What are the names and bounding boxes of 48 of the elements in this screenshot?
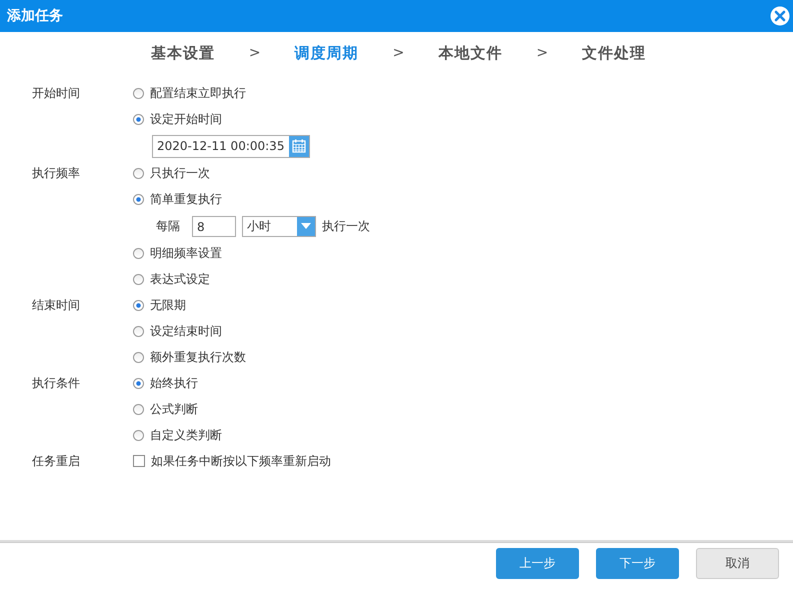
- step-separator: >: [536, 45, 548, 61]
- option-label[interactable]: 始终执行: [150, 374, 198, 392]
- field-label: 任务重启: [31, 453, 81, 470]
- option-label[interactable]: 只执行一次: [150, 164, 210, 182]
- radio-button[interactable]: [133, 352, 144, 362]
- option-label[interactable]: 无限期: [150, 296, 186, 314]
- checkbox[interactable]: [133, 455, 145, 467]
- radio-button[interactable]: [133, 300, 144, 310]
- option-label[interactable]: 表达式设定: [150, 270, 210, 288]
- radio-button[interactable]: [133, 404, 144, 414]
- step-separator: >: [392, 45, 404, 61]
- option-label[interactable]: 设定结束时间: [150, 322, 222, 340]
- field-label: 结束时间: [31, 297, 81, 314]
- window-title: 添加任务: [7, 7, 63, 25]
- option-label[interactable]: 设定开始时间: [150, 110, 222, 128]
- option-label[interactable]: 公式判断: [150, 400, 198, 418]
- interval-label: 每隔: [156, 218, 180, 234]
- interval-label: 执行一次: [322, 218, 370, 234]
- option-label[interactable]: 简单重复执行: [150, 190, 222, 208]
- radio-button[interactable]: [133, 326, 144, 336]
- option-label[interactable]: 自定义类判断: [150, 426, 222, 444]
- radio-button[interactable]: [133, 378, 144, 388]
- cancel-button[interactable]: 取消: [696, 548, 779, 578]
- radio-button[interactable]: [133, 168, 144, 178]
- option-label[interactable]: 配置结束立即执行: [150, 84, 246, 102]
- step-tab[interactable]: 调度周期: [294, 44, 359, 62]
- interval-field[interactable]: 8: [192, 216, 236, 236]
- option-label[interactable]: 明细频率设置: [150, 244, 222, 262]
- option-label[interactable]: 如果任务中断按以下频率重新启动: [151, 452, 331, 470]
- dropdown-arrow-icon[interactable]: [301, 223, 311, 229]
- step-separator: >: [248, 45, 261, 61]
- field-label: 执行条件: [31, 375, 81, 392]
- radio-button[interactable]: [133, 114, 144, 124]
- step-tab[interactable]: 基本设置: [150, 44, 215, 62]
- unit-dropdown[interactable]: 小时: [242, 216, 316, 236]
- radio-button[interactable]: [133, 274, 144, 284]
- field-label: 开始时间: [31, 85, 81, 102]
- calendar-icon[interactable]: [292, 139, 306, 153]
- date-field[interactable]: 2020-12-11 00:00:35: [152, 134, 310, 158]
- step-tab[interactable]: 文件处理: [582, 44, 646, 62]
- radio-button[interactable]: [133, 248, 144, 258]
- option-label[interactable]: 额外重复执行次数: [150, 348, 246, 366]
- step-tab[interactable]: 本地文件: [438, 44, 502, 62]
- close-icon[interactable]: [770, 6, 790, 26]
- radio-button[interactable]: [133, 430, 144, 440]
- radio-button[interactable]: [133, 194, 144, 204]
- field-label: 执行频率: [31, 165, 81, 182]
- radio-button[interactable]: [133, 88, 144, 98]
